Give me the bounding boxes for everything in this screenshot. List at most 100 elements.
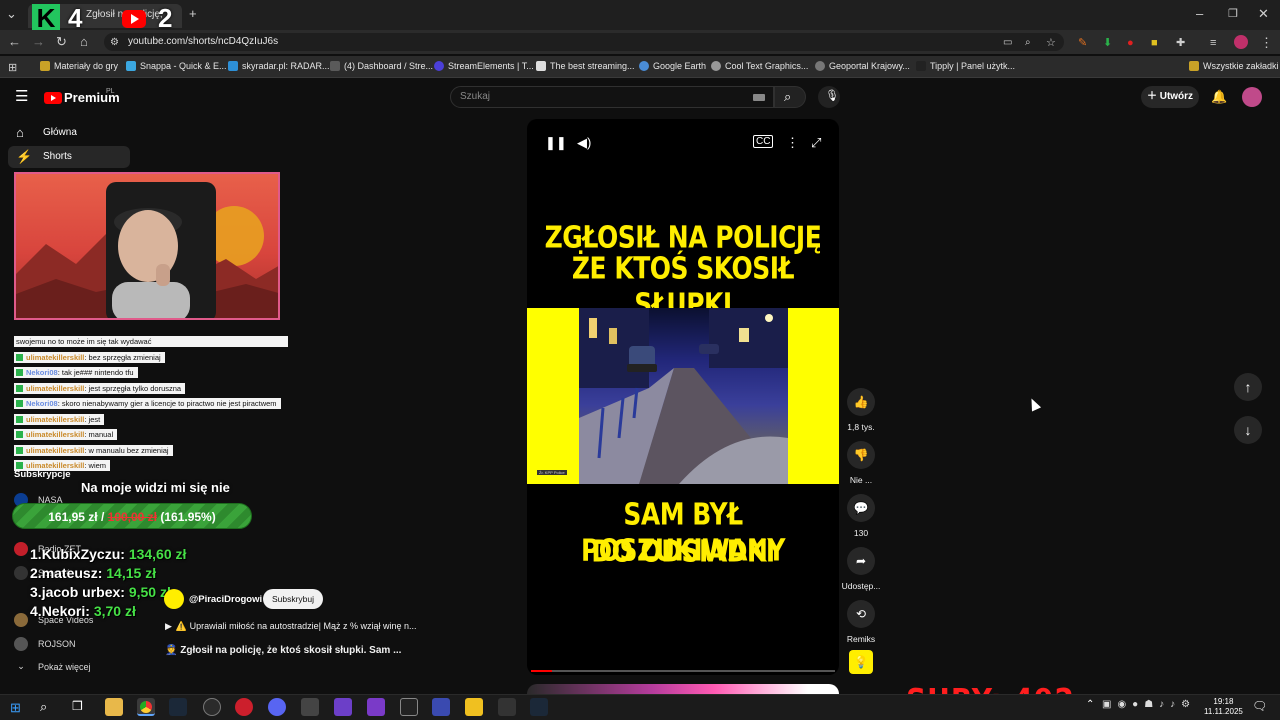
kick-badge-icon	[16, 447, 23, 454]
chat-message: ulimatekillerskill: w manualu bez zmieni…	[14, 445, 173, 456]
extension-icon[interactable]: ✎	[1078, 35, 1087, 51]
forward-icon[interactable]: →	[32, 34, 45, 50]
file-explorer-icon[interactable]	[105, 698, 123, 716]
bookmark-item[interactable]: Cool Text Graphics...	[711, 61, 808, 71]
back-icon[interactable]: ←	[8, 34, 21, 50]
create-button[interactable]: ＋ Utwórz	[1141, 86, 1199, 108]
reload-icon[interactable]: ↻	[56, 34, 67, 50]
notifications-bell-icon[interactable]: 🔔	[1211, 89, 1227, 105]
short-description-line[interactable]: ▶ ⚠️ Uprawiali miłość na autostradzie| Mą…	[165, 621, 417, 632]
all-bookmarks[interactable]: Wszystkie zakładki	[1189, 61, 1279, 71]
zoom-icon[interactable]: ⌕	[1025, 35, 1031, 51]
bookmark-item[interactable]: Geoportal Krajowy...	[815, 61, 910, 71]
sidebar-item-home[interactable]: ⌂ Główna	[8, 122, 130, 144]
dislike-button[interactable]: 👎 Nie ...	[840, 441, 882, 485]
steam-icon[interactable]	[169, 698, 187, 716]
tray-chevron-icon[interactable]: ⌃	[1086, 699, 1094, 710]
tipply-icon	[916, 61, 926, 71]
previous-short-button[interactable]: ↑	[1234, 373, 1262, 401]
bookmark-item[interactable]: (4) Dashboard / Stre...	[330, 61, 433, 71]
remix-icon: ⟲	[847, 600, 875, 628]
sidebar-item-shorts[interactable]: ⚡ Shorts	[8, 146, 130, 168]
home-button-icon[interactable]: ⌂	[80, 34, 88, 50]
chrome-icon[interactable]	[137, 698, 155, 716]
comments-button[interactable]: 💬 130	[840, 494, 882, 538]
channel-name[interactable]: @PiraciDrogowi	[189, 594, 262, 605]
taskbar-clock[interactable]: 19:18 11.11.2025	[1204, 697, 1243, 717]
voice-search-button[interactable]: 🎙	[818, 86, 840, 108]
app-icon[interactable]	[498, 698, 516, 716]
opera-icon[interactable]	[235, 698, 253, 716]
minimize-icon[interactable]: –	[1196, 6, 1203, 22]
bookmark-item[interactable]: Snappa - Quick & E...	[126, 61, 227, 71]
site-info-icon[interactable]: ⚙	[110, 35, 119, 51]
share-button[interactable]: ➦ Udostęp...	[840, 547, 882, 591]
sticky-notes-icon[interactable]	[465, 698, 483, 716]
short-title[interactable]: 👮 Zgłosił na policję, że ktoś skosił słu…	[165, 645, 401, 656]
browser-menu-icon[interactable]: ⋮	[1260, 35, 1273, 51]
discord-icon[interactable]	[268, 698, 286, 716]
remix-button[interactable]: ⟲ Remiks	[840, 600, 882, 644]
steam-icon[interactable]	[530, 698, 548, 716]
youtube-logo-icon	[122, 10, 146, 28]
task-view-icon[interactable]: ❒	[72, 699, 83, 713]
tab-search-icon[interactable]: ⌄	[6, 6, 17, 22]
keyboard-icon[interactable]	[753, 94, 765, 101]
next-short-button[interactable]: ↓	[1234, 416, 1262, 444]
captions-icon[interactable]: CC	[753, 135, 774, 148]
bookmark-item[interactable]: StreamElements | T...	[434, 61, 534, 71]
extensions-puzzle-icon[interactable]: ✚	[1176, 35, 1185, 51]
app-icon[interactable]	[432, 698, 450, 716]
account-avatar[interactable]	[1242, 87, 1262, 107]
chat-message: ulimatekillerskill: bez sprzęgła zmienia…	[14, 352, 165, 363]
notifications-icon[interactable]: 🗨	[1252, 699, 1267, 713]
bookmark-star-icon[interactable]: ☆	[1046, 35, 1056, 51]
profile-avatar[interactable]	[1234, 35, 1248, 49]
sound-thumbnail-icon[interactable]: 💡	[849, 650, 873, 674]
visual-studio-icon[interactable]	[334, 698, 352, 716]
streamelements-icon	[434, 61, 444, 71]
shorts-player[interactable]: ❚❚ ◀) CC ⋮ ⤢ ZGŁOSIŁ NA POLICJĘ ŻE KTOŚ …	[527, 119, 839, 675]
search-button[interactable]: ⌕	[774, 86, 806, 108]
close-window-icon[interactable]: ✕	[1258, 6, 1269, 22]
new-tab-icon[interactable]: +	[189, 6, 197, 22]
comment-icon: 💬	[847, 494, 875, 522]
sidebar-item-subscription[interactable]: ROJSON	[14, 637, 76, 651]
like-button[interactable]: 👍 1,8 tys.	[840, 388, 882, 432]
epic-games-icon[interactable]	[400, 698, 418, 716]
bookmark-item[interactable]: Materiały do gry	[40, 61, 118, 71]
folder-icon	[1189, 61, 1199, 71]
app-icon[interactable]	[367, 698, 385, 716]
progress-bar[interactable]	[531, 670, 835, 672]
bookmark-item[interactable]: Google Earth	[639, 61, 706, 71]
app-icon[interactable]	[301, 698, 319, 716]
pause-icon[interactable]: ❚❚	[545, 135, 567, 151]
extension-icon[interactable]: ⬇	[1103, 35, 1112, 51]
show-more-button[interactable]: ⌄ Pokaż więcej	[14, 661, 90, 672]
diamond-icon	[536, 61, 546, 71]
kick-badge-icon	[16, 416, 23, 423]
search-icon[interactable]: ⌕	[40, 699, 47, 715]
subscriptions-heading[interactable]: Subskrypcje	[14, 469, 71, 480]
system-tray-icons[interactable]: ▣◉●☗♪♪⚙	[1102, 699, 1196, 710]
bookmark-item[interactable]: Tipply | Panel użytk...	[916, 61, 1015, 71]
search-input[interactable]	[450, 86, 774, 108]
subscribe-button[interactable]: Subskrybuj	[263, 589, 323, 609]
bookmark-item[interactable]: skyradar.pl: RADAR...	[228, 61, 330, 71]
windows-start-icon[interactable]: ⊞	[10, 700, 21, 716]
more-options-icon[interactable]: ⋮	[786, 135, 799, 151]
restore-icon[interactable]: ❐	[1228, 6, 1238, 22]
hamburger-menu-icon[interactable]: ☰	[15, 89, 28, 105]
fullscreen-icon[interactable]: ⤢	[811, 135, 821, 151]
apps-grid-icon[interactable]: ⊞	[8, 60, 17, 76]
geoportal-icon	[815, 61, 825, 71]
cast-icon[interactable]: ▭	[1003, 35, 1012, 51]
volume-icon[interactable]: ◀)	[577, 135, 591, 151]
bookmark-item[interactable]: The best streaming...	[536, 61, 635, 71]
media-icon[interactable]: ≡	[1210, 35, 1216, 51]
extension-icon[interactable]: ■	[1151, 35, 1158, 51]
youtube-logo-icon[interactable]	[44, 92, 62, 104]
channel-avatar[interactable]	[164, 589, 184, 609]
extension-icon[interactable]: ●	[1127, 35, 1134, 51]
obs-icon[interactable]	[203, 698, 221, 716]
